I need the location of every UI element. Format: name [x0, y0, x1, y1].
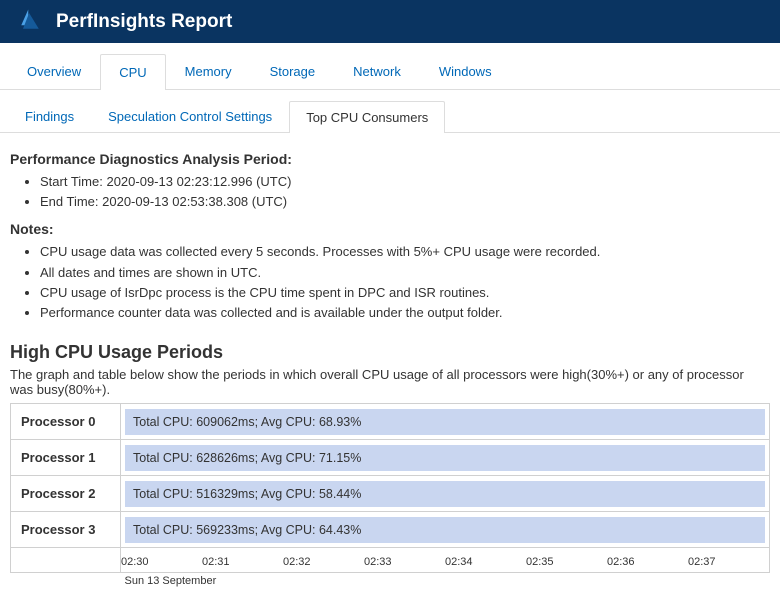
tab-storage[interactable]: Storage — [251, 53, 335, 89]
processor-usage-bar: Total CPU: 609062ms; Avg CPU: 68.93% — [125, 409, 765, 435]
timeline-tick: 02:32 — [283, 556, 364, 568]
azure-logo-icon — [16, 6, 44, 37]
subtab-speculation-control-settings[interactable]: Speculation Control Settings — [91, 100, 289, 132]
processor-row: Processor 1Total CPU: 628626ms; Avg CPU:… — [11, 440, 770, 476]
tab-memory[interactable]: Memory — [166, 53, 251, 89]
processor-label: Processor 2 — [11, 476, 121, 512]
high-cpu-heading: High CPU Usage Periods — [10, 342, 770, 363]
timeline-date: Sun 13 September — [121, 573, 770, 595]
tabs-primary: OverviewCPUMemoryStorageNetworkWindows — [0, 43, 780, 90]
timeline-tick: 02:34 — [445, 556, 526, 568]
analysis-end-time: End Time: 2020-09-13 02:53:38.308 (UTC) — [40, 193, 770, 211]
content-area: Performance Diagnostics Analysis Period:… — [0, 151, 780, 595]
app-header: PerfInsights Report — [0, 0, 780, 43]
timeline-tick: 02:30 — [121, 556, 202, 568]
timeline-tick: 02:35 — [526, 556, 607, 568]
subtab-top-cpu-consumers[interactable]: Top CPU Consumers — [289, 101, 445, 133]
processor-label: Processor 1 — [11, 440, 121, 476]
timeline-tick: 02:36 — [607, 556, 688, 568]
high-cpu-description: The graph and table below show the perio… — [10, 367, 770, 397]
note-item: Performance counter data was collected a… — [40, 304, 770, 322]
timeline-date-row: Sun 13 September — [11, 573, 770, 595]
notes-title: Notes: — [10, 221, 770, 237]
note-item: CPU usage of IsrDpc process is the CPU t… — [40, 284, 770, 302]
processor-row: Processor 3Total CPU: 569233ms; Avg CPU:… — [11, 512, 770, 548]
tab-overview[interactable]: Overview — [8, 53, 100, 89]
timeline-tick: 02:37 — [688, 556, 769, 568]
timeline-tick: 02:33 — [364, 556, 445, 568]
processor-bar-cell: Total CPU: 516329ms; Avg CPU: 58.44% — [121, 476, 770, 512]
processor-usage-table: Processor 0Total CPU: 609062ms; Avg CPU:… — [10, 403, 770, 595]
tab-windows[interactable]: Windows — [420, 53, 511, 89]
processor-row: Processor 2Total CPU: 516329ms; Avg CPU:… — [11, 476, 770, 512]
tab-network[interactable]: Network — [334, 53, 420, 89]
app-title: PerfInsights Report — [56, 11, 232, 33]
analysis-period-title: Performance Diagnostics Analysis Period: — [10, 151, 770, 167]
timeline-tick: 02:31 — [202, 556, 283, 568]
note-item: All dates and times are shown in UTC. — [40, 264, 770, 282]
processor-usage-bar: Total CPU: 569233ms; Avg CPU: 64.43% — [125, 517, 765, 543]
processor-label: Processor 3 — [11, 512, 121, 548]
processor-row: Processor 0Total CPU: 609062ms; Avg CPU:… — [11, 404, 770, 440]
tab-cpu[interactable]: CPU — [100, 54, 165, 90]
timeline-ticks-row: 02:3002:3102:3202:3302:3402:3502:3602:37 — [11, 548, 770, 573]
note-item: CPU usage data was collected every 5 sec… — [40, 243, 770, 261]
processor-usage-bar: Total CPU: 516329ms; Avg CPU: 58.44% — [125, 481, 765, 507]
subtab-findings[interactable]: Findings — [8, 100, 91, 132]
analysis-period-list: Start Time: 2020-09-13 02:23:12.996 (UTC… — [10, 173, 770, 211]
tabs-secondary: FindingsSpeculation Control SettingsTop … — [0, 94, 780, 133]
processor-bar-cell: Total CPU: 609062ms; Avg CPU: 68.93% — [121, 404, 770, 440]
processor-usage-bar: Total CPU: 628626ms; Avg CPU: 71.15% — [125, 445, 765, 471]
analysis-start-time: Start Time: 2020-09-13 02:23:12.996 (UTC… — [40, 173, 770, 191]
processor-bar-cell: Total CPU: 628626ms; Avg CPU: 71.15% — [121, 440, 770, 476]
processor-label: Processor 0 — [11, 404, 121, 440]
processor-bar-cell: Total CPU: 569233ms; Avg CPU: 64.43% — [121, 512, 770, 548]
notes-list: CPU usage data was collected every 5 sec… — [10, 243, 770, 322]
